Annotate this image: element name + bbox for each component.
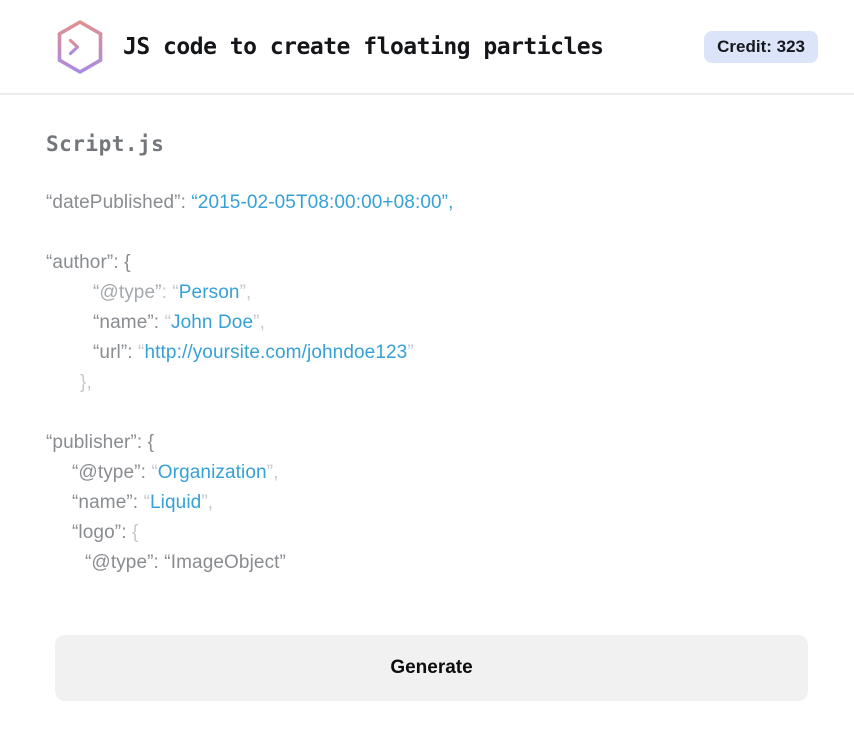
code-segment-punct: ”,	[266, 462, 279, 483]
code-line: “author”: {	[46, 248, 808, 278]
code-segment-punct: ”	[407, 342, 414, 363]
code-line: “publisher”: {	[46, 428, 808, 458]
code-segment-keyfade: “@type”	[93, 282, 162, 303]
generate-button[interactable]: Generate	[55, 635, 808, 701]
code-segment-punct: {	[131, 522, 139, 543]
code-line: “@type”: “Person”,	[46, 278, 808, 308]
code-segment-key: :	[140, 462, 152, 483]
code-segment-key: “@type”	[72, 462, 141, 483]
code-line: “@type”: “ImageObject”	[46, 548, 808, 578]
code-segment-value: Organization	[157, 462, 267, 483]
code-segment-key: “@type”: “ImageObject”	[85, 552, 286, 573]
code-segment-punct: ”,	[239, 282, 252, 303]
code-segment-key: “name”	[72, 492, 133, 513]
code-segment-punct: ”,	[253, 312, 265, 333]
code-segment-value: Liquid	[150, 492, 202, 513]
content: Script.js “datePublished”: “2015-02-05T0…	[0, 132, 854, 701]
page-title: JS code to create floating particles	[123, 33, 604, 60]
code-segment-key: “author”: {	[46, 252, 131, 273]
code-segment-key: “logo”	[72, 522, 122, 543]
code-segment-key: :	[153, 312, 165, 333]
code-segment-value: John Doe	[171, 312, 254, 333]
credit-badge: Credit: 323	[704, 30, 818, 63]
terminal-prompt-hexagon-icon	[55, 19, 105, 75]
code-line: },	[46, 368, 808, 398]
code-segment-key: “datePublished”:	[46, 192, 192, 213]
code-line: “url”: “http://yoursite.com/johndoe123”	[46, 338, 808, 368]
code-line: “@type”: “Organization”,	[46, 458, 808, 488]
code-line: “logo”: {	[46, 518, 808, 548]
code-segment-key: “publisher”: {	[46, 432, 155, 453]
code-segment-key: :	[127, 342, 139, 363]
code-segment-value: Person	[178, 282, 240, 303]
code-segment-key: “name”	[93, 312, 154, 333]
code-line: “name”: “Liquid”,	[46, 488, 808, 518]
app-header: JS code to create floating particles Cre…	[0, 0, 854, 95]
code-segment-value: “2015-02-05T08:00:00+08:00”,	[191, 192, 454, 213]
code-segment-punct: ”,	[201, 492, 214, 513]
code-block: “datePublished”: “2015-02-05T08:00:00+08…	[46, 188, 808, 578]
filename-label: Script.js	[46, 132, 165, 156]
code-segment-punct: },	[80, 372, 92, 393]
code-line: “datePublished”: “2015-02-05T08:00:00+08…	[46, 188, 808, 218]
code-segment-punct: :	[161, 282, 173, 303]
code-segment-value: http://yoursite.com/johndoe123	[144, 342, 408, 363]
code-line: “name”: “John Doe”,	[46, 308, 808, 338]
code-segment-key: :	[121, 522, 132, 543]
code-segment-key: :	[132, 492, 144, 513]
code-segment-key: “url”	[93, 342, 128, 363]
